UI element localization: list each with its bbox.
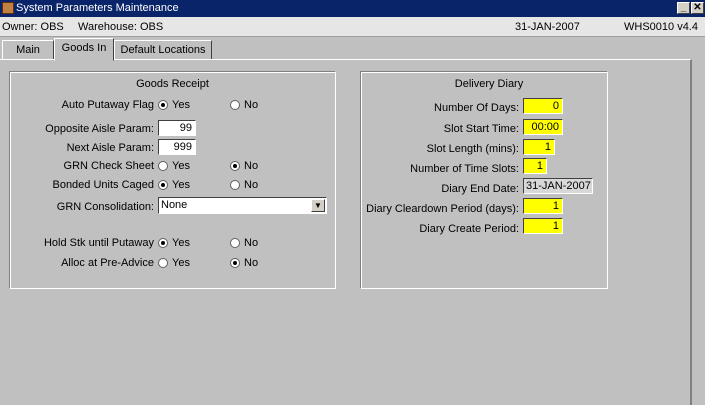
slot-start-time-field[interactable]: 00:00 [523,119,563,135]
diary-end-date-field: 31-JAN-2007 [523,178,593,194]
date-text: 31-JAN-2007 [515,21,580,33]
grn-consolidation-select[interactable]: None ▼ [158,197,327,214]
diary-cleardown-field[interactable]: 1 [523,198,563,214]
opposite-aisle-field[interactable]: 99 [158,120,196,136]
chevron-down-icon[interactable]: ▼ [311,199,325,212]
alloc-pre-advice-no-label: No [244,257,259,269]
next-aisle-label: Next Aisle Param: [66,142,154,154]
hold-stk-no-radio[interactable] [230,238,240,248]
app-icon [2,2,14,14]
hold-stk-label: Hold Stk until Putaway [43,237,154,249]
minimize-button[interactable]: _ [677,2,690,14]
alloc-pre-advice-no-radio[interactable] [230,258,240,268]
tab-strip: Main Goods In Default Locations [0,38,705,61]
number-of-days-field[interactable]: 0 [523,98,563,114]
close-button[interactable]: ✕ [691,2,704,14]
diary-end-date-label: Diary End Date: [441,183,519,195]
number-of-time-slots-label: Number of Time Slots: [410,163,519,175]
bonded-units-yes-radio[interactable] [158,180,168,190]
bonded-units-no-radio[interactable] [230,180,240,190]
auto-putaway-yes-radio[interactable] [158,100,168,110]
info-bar: Owner: OBS Warehouse: OBS 31-JAN-2007 WH… [0,17,705,37]
module-text: WHS0010 v4.4 [624,21,698,33]
slot-length-label: Slot Length (mins): [426,143,519,155]
number-of-time-slots-field[interactable]: 1 [523,158,547,174]
slot-start-time-label: Slot Start Time: [443,123,519,135]
owner-text: Owner: OBS [2,21,64,33]
auto-putaway-label: Auto Putaway Flag [61,99,154,111]
diary-cleardown-label: Diary Cleardown Period (days): [366,203,519,215]
bonded-units-yes-label: Yes [172,179,190,191]
grn-check-no-label: No [244,160,259,172]
next-aisle-field[interactable]: 999 [158,139,196,155]
auto-putaway-no-label: No [244,99,259,111]
hold-stk-yes-label: Yes [172,237,190,249]
alloc-pre-advice-yes-label: Yes [172,257,190,269]
alloc-pre-advice-label: Alloc at Pre-Advice [61,257,154,269]
bonded-units-no-label: No [244,179,259,191]
opposite-aisle-label: Opposite Aisle Param: [45,123,154,135]
bonded-units-label: Bonded Units Caged [52,179,154,191]
warehouse-text: Warehouse: OBS [78,21,164,33]
window-title: System Parameters Maintenance [16,2,179,14]
alloc-pre-advice-yes-radio[interactable] [158,258,168,268]
tab-main[interactable]: Main [2,40,54,60]
tab-goods-in[interactable]: Goods In [54,38,114,61]
number-of-days-label: Number Of Days: [434,102,519,114]
goods-receipt-title: Goods Receipt [136,78,209,90]
delivery-diary-title: Delivery Diary [454,78,524,90]
hold-stk-no-label: No [244,237,259,249]
auto-putaway-yes-label: Yes [172,99,190,111]
grn-consolidation-label: GRN Consolidation: [56,201,154,213]
title-bar: System Parameters Maintenance _ ✕ [0,0,705,17]
grn-check-yes-label: Yes [172,160,190,172]
grn-check-yes-radio[interactable] [158,161,168,171]
diary-create-field[interactable]: 1 [523,218,563,234]
grn-check-no-radio[interactable] [230,161,240,171]
diary-create-label: Diary Create Period: [419,223,519,235]
hold-stk-yes-radio[interactable] [158,238,168,248]
grn-check-label: GRN Check Sheet [63,160,154,172]
tab-default-locations[interactable]: Default Locations [114,40,212,60]
grn-consolidation-value: None [161,199,188,211]
auto-putaway-no-radio[interactable] [230,100,240,110]
slot-length-field[interactable]: 1 [523,139,555,155]
